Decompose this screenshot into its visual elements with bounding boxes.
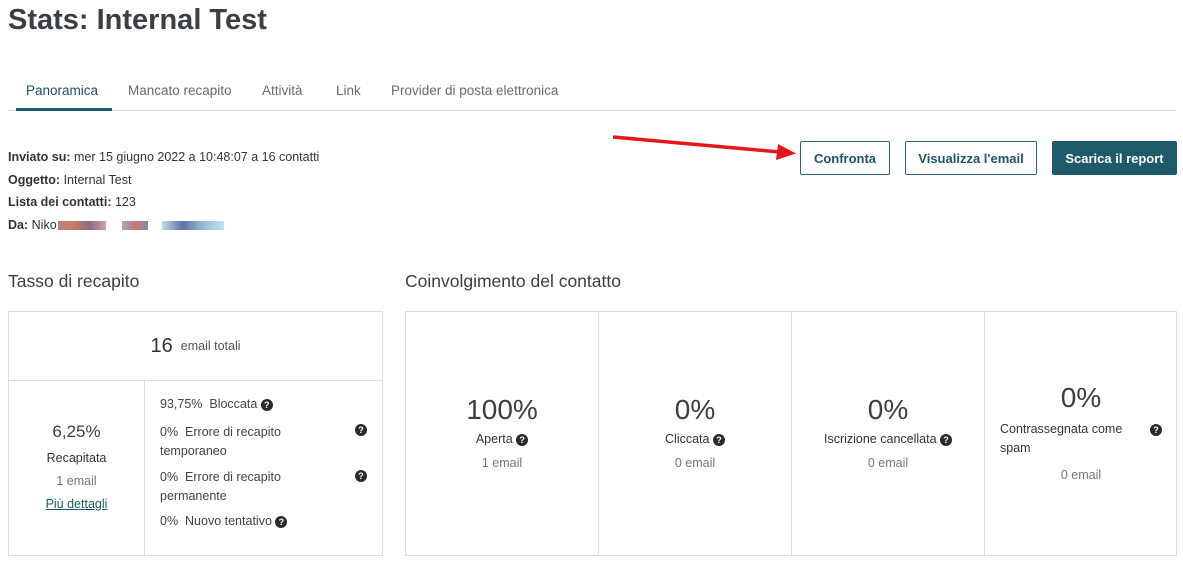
list-value: 123 xyxy=(114,195,136,209)
metric-count: 0 email xyxy=(867,456,909,470)
delivered-percent: 6,25% xyxy=(52,422,101,441)
breakdown-label: Nuovo tentativo xyxy=(185,514,272,528)
breakdown-percent: 0% xyxy=(160,425,179,439)
metric-label-row: Iscrizione cancellata ? xyxy=(792,432,984,446)
compare-button[interactable]: Confronta xyxy=(800,141,890,175)
metric-percent: 0% xyxy=(867,394,909,425)
from-info: Da: Niko xyxy=(8,214,319,237)
breakdown-item: 0% Nuovo tentativo ? xyxy=(160,514,288,528)
delivery-section-title: Tasso di recapito xyxy=(8,271,140,291)
page-title: Stats: Internal Test xyxy=(8,4,267,36)
redacted-block xyxy=(149,221,161,230)
help-icon[interactable]: ? xyxy=(355,470,367,482)
total-emails-row: 16 email totali xyxy=(9,312,382,381)
delivery-card: 16 email totali 6,25% Recapitata 1 email… xyxy=(8,311,383,556)
metric-count: 0 email xyxy=(674,456,716,470)
help-icon[interactable]: ? xyxy=(1150,424,1162,436)
metric-percent: 0% xyxy=(674,394,716,425)
metric-label-row: Cliccata ? xyxy=(599,432,791,446)
breakdown-item: 0% Errore di recapito permanente xyxy=(160,468,350,506)
breakdown-percent: 0% xyxy=(160,514,179,528)
metric-count: 0 email xyxy=(1060,468,1102,482)
breakdown-percent: 0% xyxy=(160,470,179,484)
breakdown-label: Errore di recapito temporaneo xyxy=(160,425,281,458)
tab-attivita[interactable]: Attività xyxy=(262,83,303,98)
delivered-label: Recapitata xyxy=(46,451,107,465)
divider xyxy=(144,381,145,555)
metric-count: 1 email xyxy=(481,456,523,470)
list-label: Lista dei contatti: xyxy=(8,195,112,209)
metric-label: Cliccata xyxy=(665,432,710,446)
active-tab-indicator xyxy=(16,108,112,111)
help-icon[interactable]: ? xyxy=(712,433,725,446)
metric-spam: 0% Contrassegnata come spam ? 0 email xyxy=(985,382,1177,482)
delivered-summary: 6,25% Recapitata 1 email Più dettagli xyxy=(9,422,144,511)
redacted-block xyxy=(107,221,121,230)
sent-value: mer 15 giugno 2022 a 10:48:07 a 16 conta… xyxy=(74,150,320,164)
metric-opened: 100% Aperta ? 1 email xyxy=(406,394,598,470)
total-emails-value: 16 xyxy=(150,334,173,357)
more-details-link[interactable]: Più dettagli xyxy=(9,497,144,511)
tab-bar: Panoramica Mancato recapito Attività Lin… xyxy=(8,76,1176,111)
redacted-block xyxy=(161,220,224,230)
view-email-button[interactable]: Visualizza l'email xyxy=(905,141,1037,175)
subject-value: Internal Test xyxy=(63,172,132,187)
help-icon[interactable]: ? xyxy=(355,424,367,436)
help-icon[interactable]: ? xyxy=(940,433,953,446)
engagement-card: 100% Aperta ? 1 email 0% Cliccata ? 0 em… xyxy=(405,311,1177,556)
redacted-block xyxy=(121,220,148,230)
help-icon[interactable]: ? xyxy=(260,398,273,411)
breakdown-item: 93,75% Bloccata ? xyxy=(160,397,273,411)
metric-percent: 0% xyxy=(1060,382,1102,413)
red-arrow-icon xyxy=(612,135,796,160)
help-icon[interactable]: ? xyxy=(275,515,288,528)
tab-panoramica[interactable]: Panoramica xyxy=(26,83,98,98)
sent-label: Inviato su: xyxy=(8,150,71,164)
tab-provider[interactable]: Provider di posta elettronica xyxy=(391,83,558,98)
from-label: Da: xyxy=(8,217,29,232)
total-emails-label: email totali xyxy=(180,339,241,353)
engagement-section-title: Coinvolgimento del contatto xyxy=(405,271,621,291)
breakdown-percent: 93,75% xyxy=(160,397,203,411)
metric-unsubscribed: 0% Iscrizione cancellata ? 0 email xyxy=(792,394,984,470)
from-value: Niko xyxy=(31,217,57,232)
delivered-count: 1 email xyxy=(56,474,97,488)
sent-info: Inviato su: mer 15 giugno 2022 a 10:48:0… xyxy=(8,146,319,169)
breakdown-item: 0% Errore di recapito temporaneo xyxy=(160,423,350,461)
breakdown-label: Errore di recapito permanente xyxy=(160,470,281,503)
subject-label: Oggetto: xyxy=(8,172,61,187)
download-report-button[interactable]: Scarica il report xyxy=(1052,141,1177,175)
metric-label: Contrassegnata come spam xyxy=(1000,422,1123,455)
metric-label-row: Aperta ? xyxy=(406,432,598,446)
metric-clicked: 0% Cliccata ? 0 email xyxy=(599,394,791,470)
metric-percent: 100% xyxy=(466,394,538,425)
tab-link[interactable]: Link xyxy=(336,83,361,98)
metric-label: Aperta xyxy=(475,432,513,446)
tab-mancato-recapito[interactable]: Mancato recapito xyxy=(128,83,232,98)
subject-info: Oggetto: Internal Test xyxy=(8,169,319,192)
campaign-meta: Inviato su: mer 15 giugno 2022 a 10:48:0… xyxy=(8,146,319,236)
metric-label: Iscrizione cancellata xyxy=(823,432,937,446)
list-info: Lista dei contatti: 123 xyxy=(8,191,319,214)
breakdown-label: Bloccata xyxy=(209,397,258,411)
help-icon[interactable]: ? xyxy=(516,433,529,446)
redacted-block xyxy=(57,220,106,230)
